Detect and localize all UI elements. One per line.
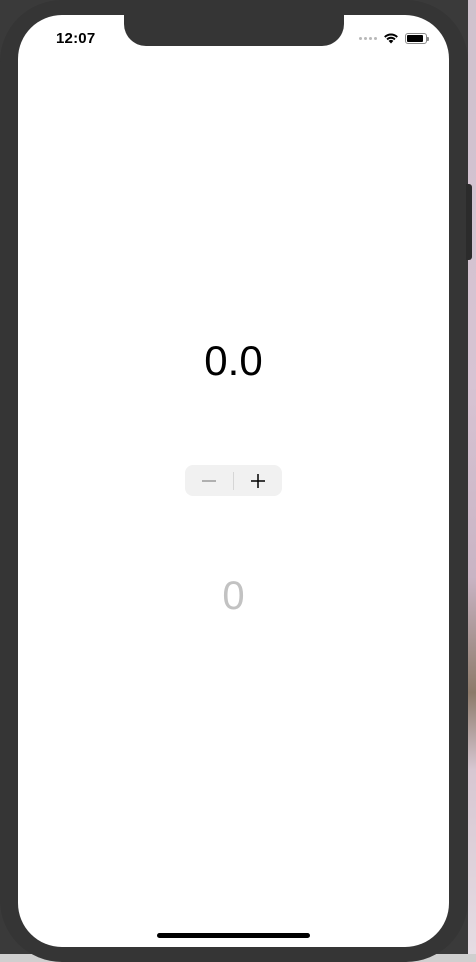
home-indicator[interactable] (157, 933, 310, 938)
side-button (466, 184, 472, 260)
wifi-icon (384, 33, 398, 44)
value-label: 0.0 (204, 337, 263, 384)
status-icons (359, 32, 429, 44)
status-time: 12:07 (56, 30, 96, 47)
stepper[interactable] (185, 465, 282, 496)
decrement-button[interactable] (185, 465, 233, 496)
desktop-backdrop (468, 0, 476, 962)
phone-screen: 12:07 0.0 0 (18, 15, 449, 947)
notch (124, 15, 344, 46)
battery-icon (405, 32, 429, 44)
plus-icon (251, 473, 265, 488)
signal-dots-icon (359, 36, 377, 40)
count-label: 0 (222, 574, 245, 618)
battery-fill (407, 34, 424, 42)
minus-icon (202, 479, 216, 482)
increment-button[interactable] (234, 465, 282, 496)
phone-frame: 12:07 0.0 0 (0, 0, 472, 962)
